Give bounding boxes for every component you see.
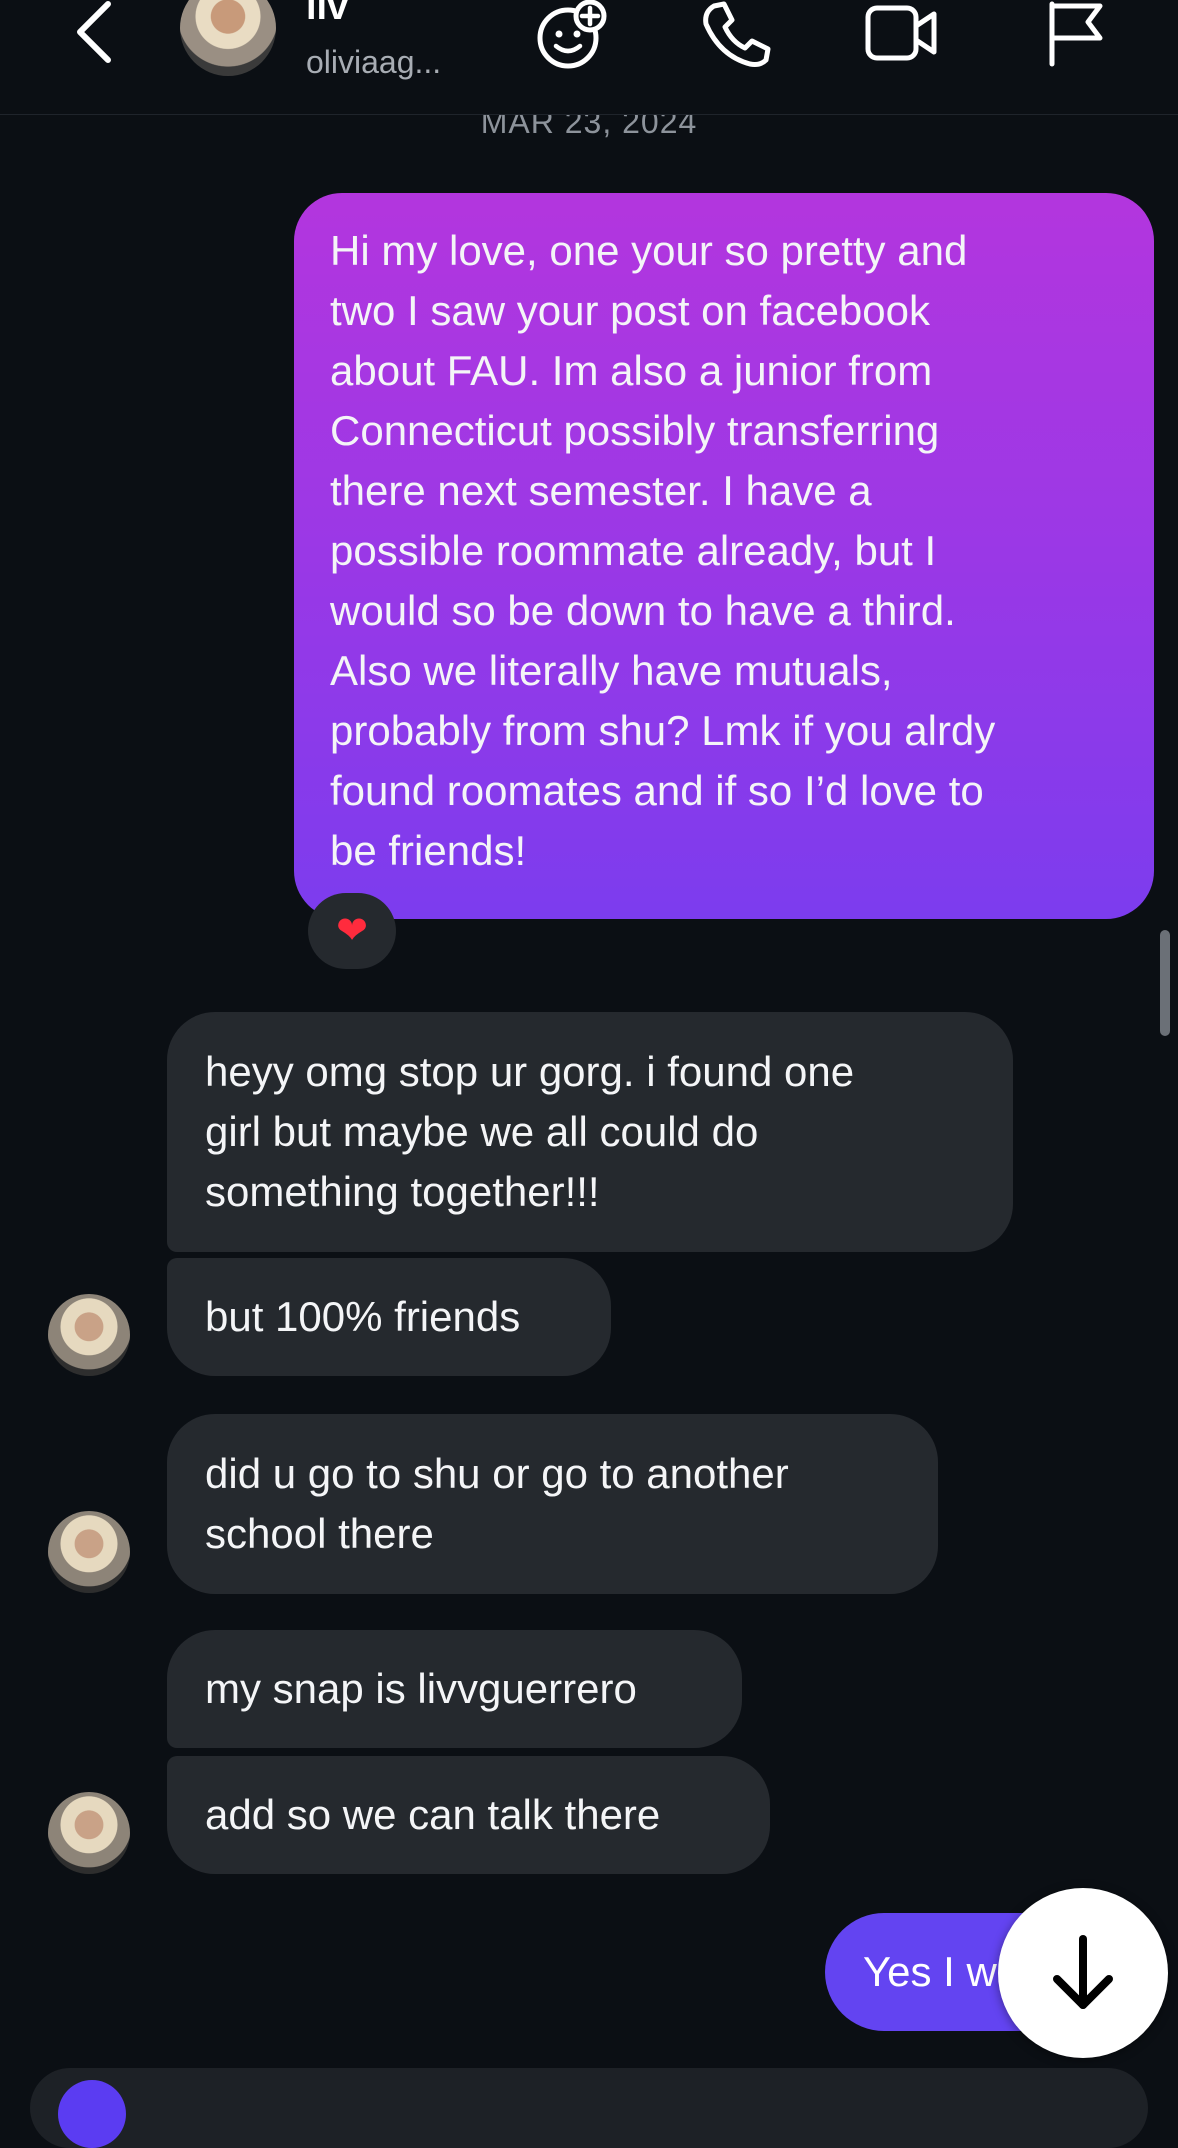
message-composer[interactable] <box>30 2068 1148 2148</box>
scrollbar[interactable] <box>1160 930 1170 1036</box>
message-line: Also we literally have mutuals, <box>330 647 893 694</box>
contact-username[interactable]: oliviaag... <box>306 44 441 81</box>
arrow-down-icon <box>1053 1935 1113 2009</box>
audio-call-button[interactable] <box>700 0 772 68</box>
message-line: Yes I w <box>863 1948 997 1995</box>
message-line: school there <box>205 1510 434 1557</box>
received-message[interactable]: but 100% friends <box>167 1258 611 1376</box>
contact-name[interactable]: liv <box>306 0 348 29</box>
message-line: Connecticut possibly transferring <box>330 407 940 454</box>
message-line: girl but maybe we all could do <box>205 1108 759 1155</box>
message-line: something together!!! <box>205 1168 600 1215</box>
contact-avatar[interactable] <box>180 0 276 76</box>
received-message[interactable]: my snap is livvguerrero <box>167 1630 742 1748</box>
sender-avatar[interactable] <box>48 1294 130 1376</box>
message-line: did u go to shu or go to another <box>205 1450 789 1497</box>
message-line: my snap is livvguerrero <box>205 1665 637 1712</box>
message-line: possible roommate already, but I <box>330 527 937 574</box>
message-line: be friends! <box>330 827 527 874</box>
camera-button[interactable] <box>58 2080 126 2148</box>
received-message[interactable]: add so we can talk there <box>167 1756 770 1874</box>
message-line: two I saw your post on facebook <box>330 287 930 334</box>
message-line: probably from shu? Lmk if you alrdy <box>330 707 996 754</box>
message-line: but 100% friends <box>205 1293 521 1340</box>
conversation-header: liv oliviaag... <box>0 0 1178 115</box>
message-line: heyy omg stop ur gorg. i found one <box>205 1048 855 1095</box>
back-chevron-icon <box>77 1 111 63</box>
video-call-button[interactable] <box>864 0 940 66</box>
add-effect-icon <box>537 0 607 69</box>
message-line: would so be down to have a third. <box>330 587 956 634</box>
message-line: found roomates and if so I’d love to <box>330 767 984 814</box>
sent-message[interactable]: Hi my love, one your so pretty and two I… <box>294 193 1154 919</box>
message-line: about FAU. Im also a junior from <box>330 347 933 394</box>
received-message[interactable]: did u go to shu or go to another school … <box>167 1414 938 1594</box>
video-camera-icon <box>865 5 937 61</box>
sender-avatar[interactable] <box>48 1511 130 1593</box>
flag-icon <box>1049 1 1103 67</box>
received-message[interactable]: heyy omg stop ur gorg. i found one girl … <box>167 1012 1013 1252</box>
report-button[interactable] <box>1044 0 1108 70</box>
heart-reaction[interactable]: ❤ <box>308 893 396 969</box>
add-effect-button[interactable] <box>534 0 610 72</box>
message-line: Hi my love, one your so pretty and <box>330 227 968 274</box>
sender-avatar[interactable] <box>48 1792 130 1874</box>
message-line: there next semester. I have a <box>330 467 872 514</box>
scroll-to-bottom-button[interactable] <box>998 1888 1168 2058</box>
phone-icon <box>703 1 771 67</box>
back-button[interactable] <box>70 0 120 66</box>
message-line: add so we can talk there <box>205 1791 661 1838</box>
